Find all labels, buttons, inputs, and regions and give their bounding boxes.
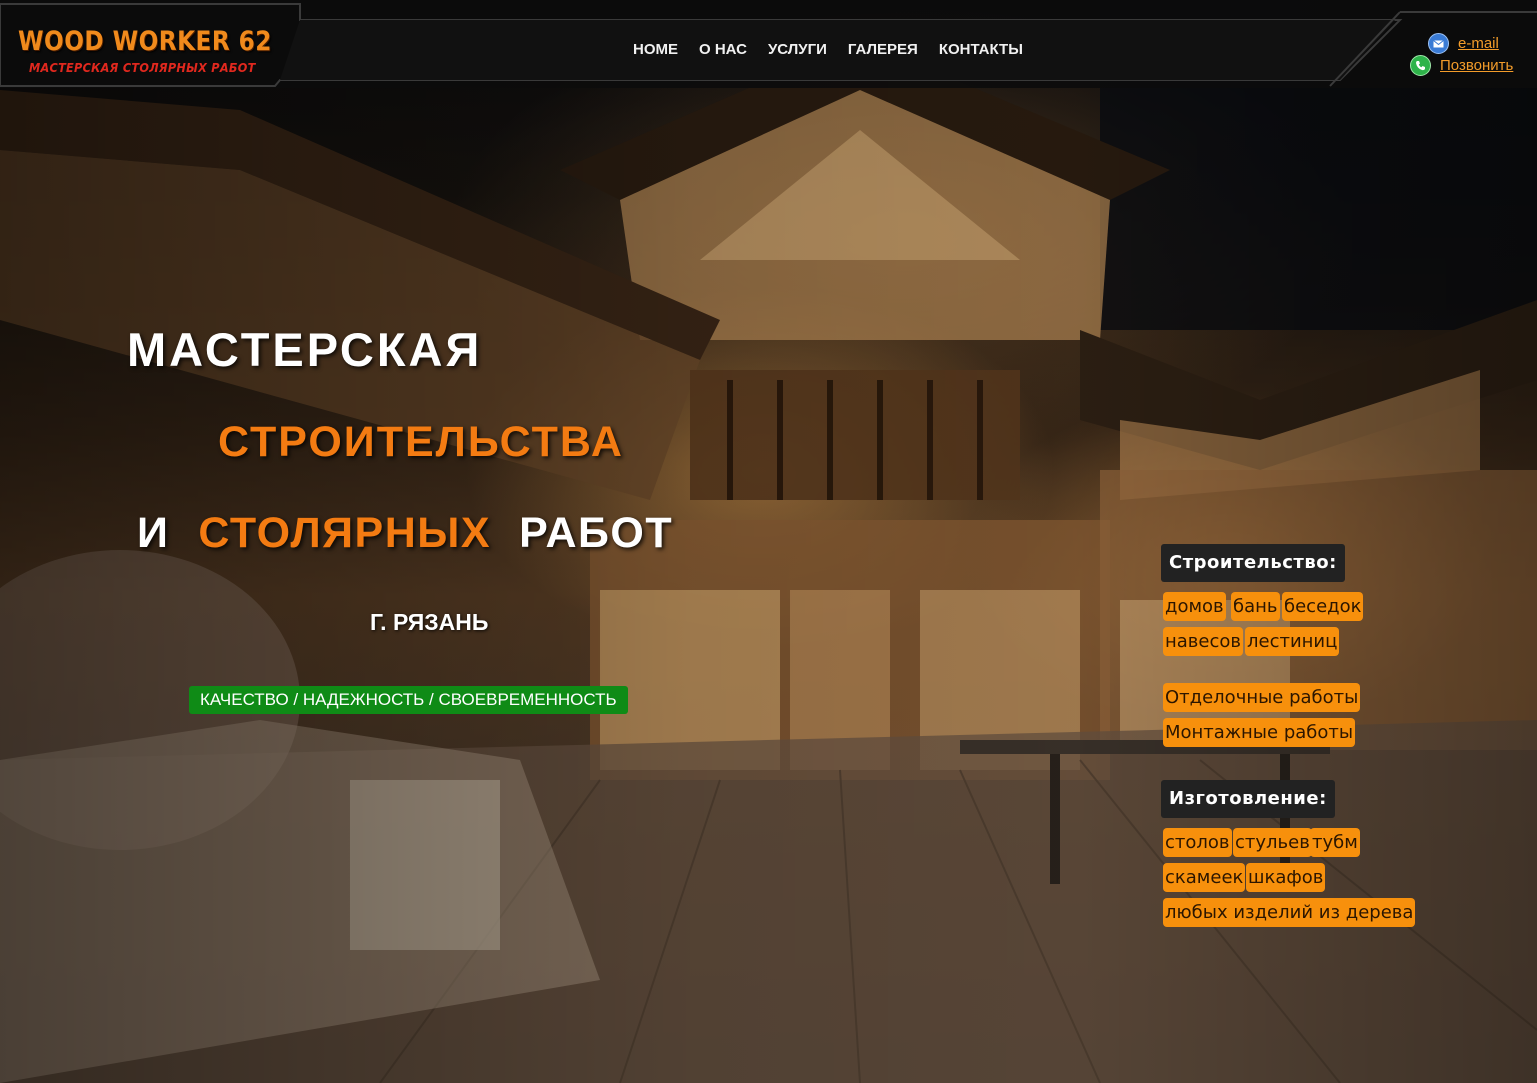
product-tag-any-wood[interactable]: любых изделий из дерева — [1163, 898, 1416, 927]
service-tag-canopies[interactable]: навесов — [1163, 627, 1243, 656]
main-nav: HOME О НАС УСЛУГИ ГАЛЕРЕЯ КОНТАКТЫ — [632, 41, 1024, 58]
service-tag-saunas[interactable]: бань — [1231, 592, 1280, 621]
hero-word-carpentry: СТОЛЯРНЫХ — [198, 509, 492, 557]
service-tag-finishing[interactable]: Отделочные работы — [1163, 683, 1361, 712]
header-contacts: e-mail Позвонить — [1410, 33, 1530, 81]
site-header: WOOD WORKER 62 МАСТЕРСКАЯ СТОЛЯРНЫХ РАБО… — [0, 0, 1537, 88]
hero-title-line-2: СТРОИТЕЛЬСТВА — [218, 418, 624, 466]
hero-word-works: РАБОТ — [519, 509, 674, 557]
hero-city: Г. РЯЗАНЬ — [370, 609, 489, 635]
nav-services[interactable]: УСЛУГИ — [767, 41, 828, 58]
product-tag-tables[interactable]: столов — [1163, 828, 1232, 857]
call-link[interactable]: Позвонить — [1440, 57, 1513, 74]
service-tag-houses[interactable]: домов — [1163, 592, 1226, 621]
manufacturing-title: Изготовление: — [1161, 780, 1335, 818]
hero-title-line-1: МАСТЕРСКАЯ — [127, 323, 483, 376]
email-link[interactable]: e-mail — [1458, 35, 1499, 52]
nav-about[interactable]: О НАС — [698, 41, 748, 58]
logo-title: WOOD WORKER 62 — [18, 26, 272, 57]
product-tag-benches[interactable]: скамеек — [1163, 863, 1246, 892]
nav-gallery[interactable]: ГАЛЕРЕЯ — [847, 41, 919, 58]
hero-title-line-3: И СТОЛЯРНЫХ РАБОТ — [137, 509, 673, 558]
email-contact[interactable]: e-mail — [1428, 33, 1499, 54]
logo-subtitle: МАСТЕРСКАЯ СТОЛЯРНЫХ РАБОТ — [29, 61, 256, 75]
service-tag-gazebos[interactable]: беседок — [1282, 592, 1364, 621]
product-tag-cabinets-small[interactable]: тубм — [1310, 828, 1360, 857]
site-logo[interactable]: WOOD WORKER 62 МАСТЕРСКАЯ СТОЛЯРНЫХ РАБО… — [18, 22, 278, 82]
product-tag-wardrobes[interactable]: шкафов — [1246, 863, 1326, 892]
phone-contact[interactable]: Позвонить — [1410, 55, 1513, 76]
page: WOOD WORKER 62 МАСТЕРСКАЯ СТОЛЯРНЫХ РАБО… — [0, 0, 1537, 1083]
envelope-icon — [1428, 33, 1449, 54]
service-tag-mounting[interactable]: Монтажные работы — [1163, 718, 1356, 747]
hero-word-and: И — [137, 509, 170, 557]
nav-contacts[interactable]: КОНТАКТЫ — [938, 41, 1024, 58]
slogan-badge: КАЧЕСТВО / НАДЕЖНОСТЬ / СВОЕВРЕМЕННОСТЬ — [189, 686, 628, 714]
product-tag-chairs[interactable]: стульев — [1233, 828, 1312, 857]
phone-icon — [1410, 55, 1431, 76]
service-tag-stairs[interactable]: лестиниц — [1245, 627, 1340, 656]
nav-home[interactable]: HOME — [632, 41, 679, 58]
construction-title: Строительство: — [1161, 544, 1345, 582]
